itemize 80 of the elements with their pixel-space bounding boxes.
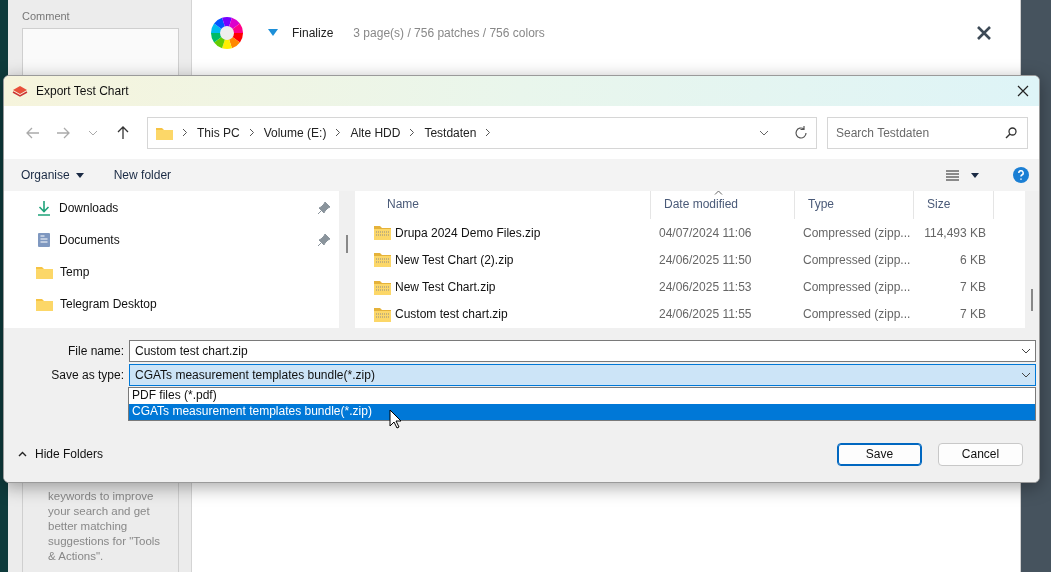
book-icon (12, 84, 28, 98)
zip-folder-icon (374, 306, 391, 322)
type-cell-text: Compressed (zipp... (802, 307, 912, 322)
chevron-right-icon (335, 128, 342, 137)
zip-folder-icon (374, 252, 391, 268)
column-header[interactable]: Type (795, 191, 914, 219)
breadcrumb-item[interactable]: Volume (E:) (263, 125, 327, 140)
comment-label: Comment (22, 10, 70, 22)
save-type-dropdown[interactable]: CGATs measurement templates bundle(*.zip) (129, 364, 1036, 386)
dialog-title: Export Test Chart (36, 84, 130, 98)
search-field[interactable]: Search Testdaten (827, 116, 1028, 149)
breadcrumb-item[interactable]: Testdaten (424, 125, 477, 140)
file-name-cell[interactable]: New Test Chart.zip (374, 279, 651, 295)
close-icon[interactable] (1017, 85, 1029, 97)
breadcrumb-item[interactable]: This PC (197, 125, 240, 140)
tip-text: keywords to improve your search and get better matching suggestions for "Tools & Actions". (48, 489, 162, 564)
type-cell-text: Compressed (zipp... (802, 225, 912, 240)
size-cell-text: 7 KB (959, 280, 987, 295)
save-type-label: Save as type: (50, 368, 124, 382)
help-icon[interactable] (1013, 167, 1029, 183)
download-icon (36, 200, 52, 216)
scrollbar-thumb[interactable] (1031, 289, 1033, 311)
folder-icon (36, 265, 53, 279)
column-header[interactable]: Date modified (651, 191, 795, 219)
date-cell-text: 04/07/2024 11:06 (658, 225, 753, 240)
zip-folder-icon (374, 279, 391, 295)
color-wheel-icon (210, 16, 244, 50)
toolbar-command[interactable]: New folder (113, 168, 172, 182)
column-header[interactable]: Name (374, 191, 651, 219)
date-cell-text: 24/06/2025 11:53 (658, 280, 753, 295)
type-cell-text: Compressed (zipp... (802, 252, 912, 267)
close-icon[interactable] (976, 25, 992, 41)
chevron-down-icon (1021, 372, 1031, 378)
toolbar-title: Finalize (292, 26, 334, 40)
column-header[interactable]: Size (914, 191, 994, 219)
size-cell-text: 6 KB (959, 252, 987, 267)
zip-folder-icon (374, 225, 391, 241)
file-name-field[interactable]: Custom test chart.zip (129, 340, 1036, 362)
file-name-label: File name: (66, 344, 124, 358)
back-arrow-icon[interactable] (26, 126, 40, 139)
refresh-icon[interactable] (794, 125, 808, 140)
file-name-cell[interactable]: New Test Chart (2).zip (374, 252, 651, 268)
nav-item[interactable]: Telegram Desktop (4, 288, 339, 320)
nav-item[interactable]: Documents (4, 224, 339, 256)
size-cell-text: 7 KB (959, 307, 987, 322)
date-cell-text: 24/06/2025 11:50 (658, 252, 753, 267)
triangle-down-icon[interactable] (268, 29, 278, 37)
chevron-right-icon (409, 128, 416, 137)
search-icon (1005, 126, 1017, 139)
hide-folders-button[interactable]: Hide Folders (18, 447, 104, 461)
caret-icon (75, 172, 84, 178)
dropdown-option[interactable]: CGATs measurement templates bundle(*.zip) (129, 404, 1035, 420)
date-cell-text: 24/06/2025 11:55 (658, 307, 753, 322)
chevron-down-icon[interactable] (759, 129, 769, 136)
toolbar-command[interactable]: Organise (21, 168, 84, 182)
size-cell-text: 114,493 KB (923, 225, 987, 240)
view-menu-icon[interactable] (946, 169, 959, 181)
document-icon (36, 232, 52, 248)
forward-arrow-icon[interactable] (56, 126, 70, 139)
nav-item[interactable]: Temp (4, 256, 339, 288)
folder-icon (36, 297, 53, 311)
chevron-up-icon (18, 451, 27, 457)
file-name-cell[interactable]: Custom test chart.zip (374, 306, 651, 322)
chart-summary: 3 page(s) / 756 patches / 756 colors (353, 26, 546, 40)
nav-item[interactable]: Downloads (4, 192, 339, 224)
caret-icon[interactable] (971, 172, 979, 178)
dialog-button[interactable]: Save (837, 442, 922, 466)
chevron-right-icon (248, 128, 255, 137)
dialog-button[interactable]: Cancel (938, 442, 1023, 466)
scrollbar-thumb[interactable] (346, 235, 348, 253)
file-name-cell[interactable]: Drupa 2024 Demo Files.zip (374, 225, 651, 241)
breadcrumb-item[interactable]: Alte HDD (350, 125, 401, 140)
chevron-right-icon (182, 128, 188, 137)
folder-icon (156, 125, 173, 140)
sort-caret-icon (714, 190, 723, 195)
chevron-down-icon[interactable] (1021, 348, 1031, 354)
address-bar[interactable]: This PC Volume (E:) Alte HDD Testdaten (147, 116, 817, 149)
chevron-right-icon (485, 128, 492, 137)
up-arrow-icon[interactable] (117, 125, 129, 140)
type-cell-text: Compressed (zipp... (802, 280, 912, 295)
